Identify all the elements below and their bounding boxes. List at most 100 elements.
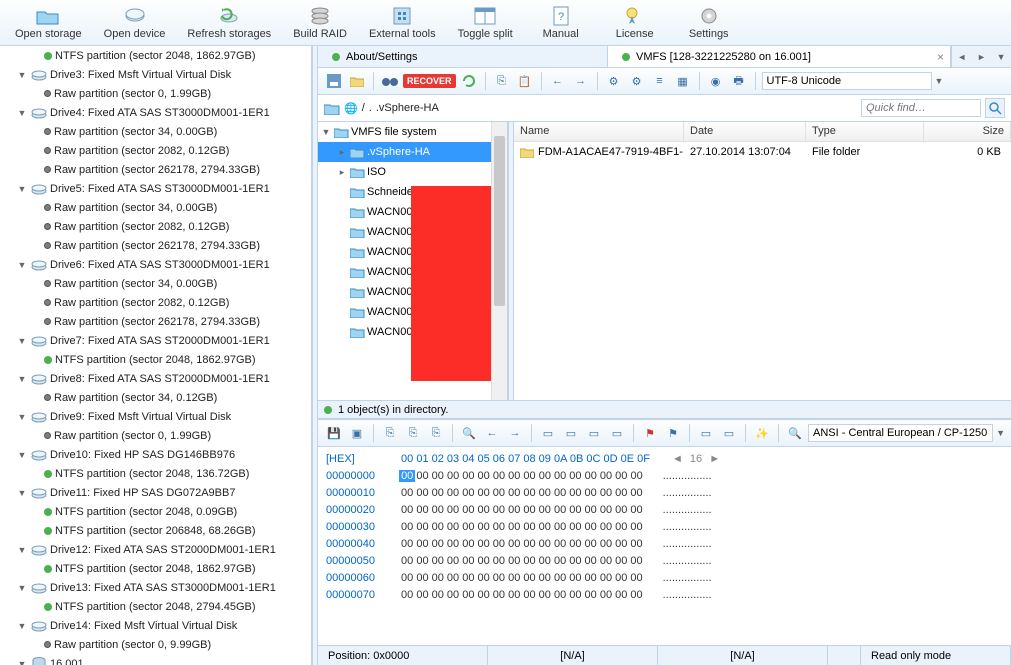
tab-dropdown-icon[interactable]: ▼ — [997, 52, 1006, 62]
tree-row[interactable]: ▼Drive5: Fixed ATA SAS ST3000DM001-1ER1 — [2, 179, 311, 198]
tree-row[interactable]: Raw partition (sector 0, 1.99GB) — [2, 84, 311, 103]
paste-icon[interactable]: 📋 — [515, 71, 535, 91]
wand-icon[interactable]: ✨ — [752, 423, 772, 443]
path-root-icon[interactable]: 🌐 — [344, 102, 358, 115]
refresh-button[interactable]: Refresh storages — [178, 2, 280, 43]
paste2-icon[interactable]: ⎘ — [426, 423, 446, 443]
flag-icon[interactable]: ⚑ — [640, 423, 660, 443]
tb-icon[interactable]: ▭ — [607, 423, 627, 443]
col-name[interactable]: Name — [514, 122, 684, 141]
copy-icon[interactable]: ⎘ — [492, 71, 512, 91]
tab-about[interactable]: About/Settings — [318, 46, 608, 67]
hex-next-icon[interactable]: ► — [709, 453, 720, 465]
twisty-icon[interactable]: ▼ — [16, 545, 28, 555]
tab-prev-icon[interactable]: ◄ — [957, 52, 966, 62]
file-list[interactable]: Name Date Type Size FDM-A1ACAE47-7919-4B… — [514, 122, 1011, 400]
tree-row[interactable]: NTFS partition (sector 2048, 1862.97GB) — [2, 46, 311, 65]
tree-row[interactable]: ▼Drive7: Fixed ATA SAS ST2000DM001-1ER1 — [2, 331, 311, 350]
disk2-icon[interactable]: ▭ — [719, 423, 739, 443]
disk-icon[interactable]: ▭ — [696, 423, 716, 443]
folder-row[interactable]: ▸ISO — [318, 162, 507, 182]
tree-row[interactable]: Raw partition (sector 262178, 2794.33GB) — [2, 312, 311, 331]
flag2-icon[interactable]: ⚑ — [663, 423, 683, 443]
tree-row[interactable]: NTFS partition (sector 2048, 136.72GB) — [2, 464, 311, 483]
twisty-icon[interactable]: ▼ — [16, 374, 28, 384]
recover-button[interactable]: RECOVER — [403, 74, 456, 88]
breadcrumb-folder[interactable]: .vSphere-HA — [376, 102, 439, 114]
grid-icon[interactable]: ▦ — [673, 71, 693, 91]
open-icon[interactable] — [347, 71, 367, 91]
back-icon[interactable]: ← — [482, 423, 502, 443]
tree-row[interactable]: ▼Drive8: Fixed ATA SAS ST2000DM001-1ER1 — [2, 369, 311, 388]
tree-row[interactable]: ▼16.001 — [2, 654, 311, 665]
tree-row[interactable]: NTFS partition (sector 2048, 1862.97GB) — [2, 350, 311, 369]
tree-row[interactable]: Raw partition (sector 0, 1.99GB) — [2, 426, 311, 445]
dropdown-icon[interactable]: ▼ — [996, 428, 1005, 438]
tree-row[interactable]: Raw partition (sector 262178, 2794.33GB) — [2, 236, 311, 255]
twisty-icon[interactable]: ▼ — [16, 621, 28, 631]
folder-row[interactable]: ▸.vSphere-HA — [318, 142, 507, 162]
tree-row[interactable]: Raw partition (sector 34, 0.12GB) — [2, 388, 311, 407]
license-button[interactable]: License — [600, 2, 670, 43]
breadcrumb-root[interactable]: / — [362, 102, 365, 114]
select-icon[interactable]: ▣ — [347, 423, 367, 443]
print-icon[interactable]: 🖶 — [729, 71, 749, 91]
save-icon[interactable] — [324, 71, 344, 91]
tree-row[interactable]: NTFS partition (sector 2048, 2794.45GB) — [2, 597, 311, 616]
binoculars-icon[interactable] — [380, 71, 400, 91]
back-icon[interactable]: ← — [548, 71, 568, 91]
manual-button[interactable]: ?Manual — [526, 2, 596, 43]
twisty-icon[interactable]: ▼ — [16, 260, 28, 270]
quick-find-input[interactable] — [861, 99, 981, 117]
twisty-icon[interactable]: ▸ — [336, 147, 348, 158]
open-device-button[interactable]: Open device — [95, 2, 175, 43]
tree-row[interactable]: Raw partition (sector 262178, 2794.33GB) — [2, 160, 311, 179]
twisty-icon[interactable]: ▼ — [16, 488, 28, 498]
hex-view[interactable]: [HEX] 00 01 02 03 04 05 06 07 08 09 0A 0… — [318, 447, 1011, 645]
tool-icon[interactable]: ⚙ — [604, 71, 624, 91]
save-icon[interactable]: 💾 — [324, 423, 344, 443]
tree-row[interactable]: ▼Drive6: Fixed ATA SAS ST3000DM001-1ER1 — [2, 255, 311, 274]
tab-next-icon[interactable]: ► — [977, 52, 986, 62]
twisty-icon[interactable]: ▼ — [16, 108, 28, 118]
twisty-icon[interactable]: ▼ — [16, 184, 28, 194]
build-raid-button[interactable]: Build RAID — [284, 2, 356, 43]
forward-icon[interactable]: → — [505, 423, 525, 443]
twisty-icon[interactable]: ▼ — [16, 336, 28, 346]
toggle-split-button[interactable]: Toggle split — [449, 2, 522, 43]
tree-row[interactable]: Raw partition (sector 34, 0.00GB) — [2, 198, 311, 217]
tree-row[interactable]: Raw partition (sector 34, 0.00GB) — [2, 274, 311, 293]
tree-row[interactable]: Raw partition (sector 2082, 0.12GB) — [2, 217, 311, 236]
forward-icon[interactable]: → — [571, 71, 591, 91]
hex-prev-icon[interactable]: ◄ — [672, 453, 683, 465]
tb-icon[interactable]: ▭ — [584, 423, 604, 443]
folder-row[interactable]: ▼VMFS file system — [318, 122, 507, 142]
binoculars2-icon[interactable]: 🔍 — [785, 423, 805, 443]
tree-row[interactable]: Raw partition (sector 0, 9.99GB) — [2, 635, 311, 654]
file-row[interactable]: FDM-A1ACAE47-7919-4BF1-… 27.10.2014 13:0… — [514, 142, 1011, 162]
twisty-icon[interactable]: ▼ — [16, 583, 28, 593]
tab-vmfs[interactable]: VMFS [128-3221225280 on 16.001]× — [608, 46, 951, 67]
tb-icon[interactable]: ▭ — [561, 423, 581, 443]
tree-row[interactable]: ▼Drive13: Fixed ATA SAS ST3000DM001-1ER1 — [2, 578, 311, 597]
col-date[interactable]: Date — [684, 122, 806, 141]
tree-row[interactable]: NTFS partition (sector 206848, 68.26GB) — [2, 521, 311, 540]
tree-row[interactable]: ▼Drive3: Fixed Msft Virtual Virtual Disk — [2, 65, 311, 84]
scrollbar[interactable] — [491, 122, 507, 400]
disk-icon[interactable]: ◉ — [706, 71, 726, 91]
tree-row[interactable]: Raw partition (sector 2082, 0.12GB) — [2, 141, 311, 160]
col-type[interactable]: Type — [806, 122, 924, 141]
tree-row[interactable]: ▼Drive12: Fixed ATA SAS ST2000DM001-1ER1 — [2, 540, 311, 559]
tree-row[interactable]: Raw partition (sector 34, 0.00GB) — [2, 122, 311, 141]
hex-encoding-select[interactable]: ANSI - Central European / CP-1250 — [808, 424, 993, 442]
search-icon[interactable] — [985, 98, 1005, 118]
twisty-icon[interactable]: ▼ — [16, 70, 28, 80]
binoculars-icon[interactable]: 🔍 — [459, 423, 479, 443]
twisty-icon[interactable]: ▸ — [336, 167, 348, 178]
tree-row[interactable]: NTFS partition (sector 2048, 1862.97GB) — [2, 559, 311, 578]
folder-tree[interactable]: ▼VMFS file system▸.vSphere-HA▸ISOSchneid… — [318, 122, 508, 400]
settings-button[interactable]: Settings — [674, 2, 744, 43]
encoding-select[interactable]: UTF-8 Unicode — [762, 72, 932, 90]
tree-row[interactable]: ▼Drive9: Fixed Msft Virtual Virtual Disk — [2, 407, 311, 426]
refresh-icon[interactable] — [459, 71, 479, 91]
